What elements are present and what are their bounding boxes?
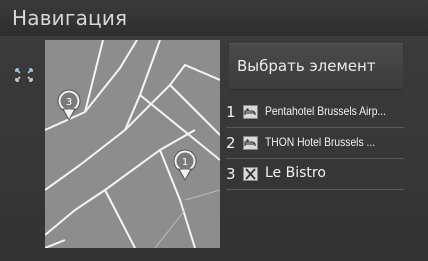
select-item-label: Выбрать элемент [237, 57, 376, 75]
expand-icon [15, 68, 33, 82]
restaurant-icon [243, 167, 258, 181]
list-item-label: THON Hotel Brussels ... [265, 135, 376, 149]
list-item-label: Pentahotel Brussels Airp... [265, 104, 387, 118]
list-item-number: 3 [226, 165, 236, 183]
list-item[interactable]: 1 Pentahotel Brussels Airp... [226, 97, 404, 128]
map-view[interactable]: 3 1 [45, 40, 220, 248]
list-item-label: Le Bistro [265, 165, 326, 181]
screen-title: Навигация [12, 6, 128, 30]
title-bar: Навигация [0, 0, 428, 36]
navigation-screen: Навигация 3 1 Выбрать элемент 1 Pentahot… [0, 0, 428, 261]
list-item-number: 2 [226, 134, 236, 152]
list-item-number: 1 [226, 103, 236, 121]
hotel-icon [243, 105, 258, 119]
select-item-button[interactable]: Выбрать элемент [229, 43, 403, 90]
map-marker-label: 3 [66, 97, 72, 108]
list-item[interactable]: 3 Le Bistro [226, 159, 404, 190]
map-marker-label: 1 [182, 157, 188, 168]
fullscreen-map-button[interactable] [10, 60, 38, 90]
list-item[interactable]: 2 THON Hotel Brussels ... [226, 128, 404, 159]
results-list: 1 Pentahotel Brussels Airp... 2 THON Hot… [226, 97, 404, 190]
hotel-icon [243, 136, 258, 150]
